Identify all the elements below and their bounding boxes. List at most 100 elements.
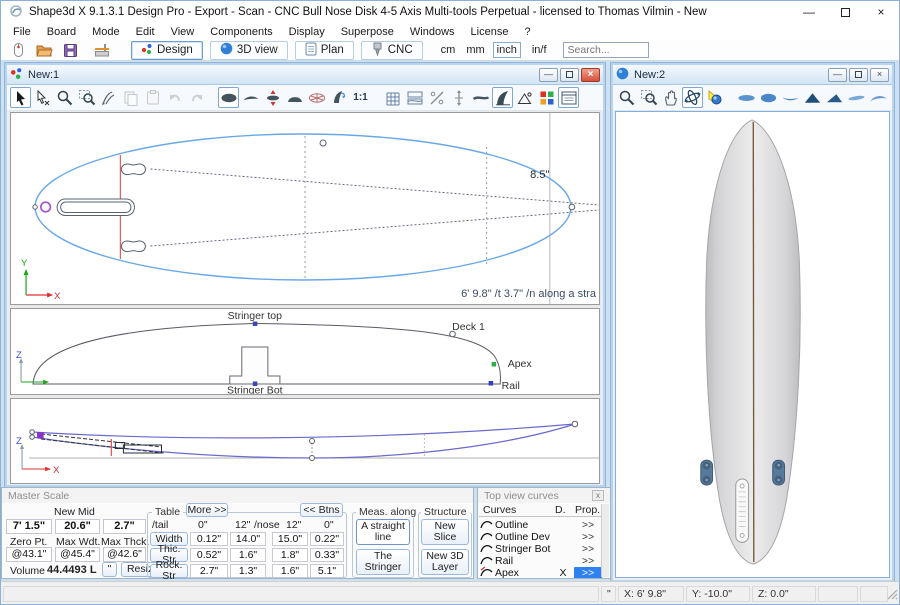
new2-close-button[interactable]: ×: [870, 68, 889, 82]
measure-diagonal-icon[interactable]: [426, 87, 447, 108]
drag-cursor-icon[interactable]: [32, 87, 53, 108]
redo-icon[interactable]: [186, 87, 207, 108]
top-view-canvas[interactable]: Y X 8.5" 6' 9.8" /t 3.7" /n along a stra: [11, 113, 599, 304]
guideline-image-icon[interactable]: [514, 87, 535, 108]
zoom-window-icon[interactable]: [76, 87, 97, 108]
new1-titlebar[interactable]: New:1 — ×: [7, 65, 603, 85]
resize-grip[interactable]: [887, 589, 898, 603]
open-file-icon[interactable]: [31, 41, 57, 60]
outline-view-icon[interactable]: [218, 87, 239, 108]
plan-mode-button[interactable]: Plan: [295, 41, 354, 60]
curves-scrollbar[interactable]: [601, 504, 609, 577]
thic-tail12[interactable]: 1.6": [230, 548, 266, 562]
apex-curve-icon[interactable]: [470, 87, 491, 108]
menu-view[interactable]: View: [163, 26, 203, 38]
light-icon[interactable]: [704, 87, 725, 108]
curves-close-button[interactable]: x: [592, 490, 604, 501]
menu-file[interactable]: File: [5, 26, 39, 38]
straight-line-button[interactable]: A straight line: [356, 519, 410, 545]
menu-windows[interactable]: Windows: [402, 26, 463, 38]
measure-vertical-icon[interactable]: [448, 87, 469, 108]
new2-titlebar[interactable]: New:2 — ×: [613, 65, 892, 85]
view-side-icon[interactable]: [846, 87, 867, 108]
width-nose12[interactable]: 15.0": [272, 532, 308, 546]
menu-components[interactable]: Components: [202, 26, 280, 38]
grid-table-icon[interactable]: [404, 87, 425, 108]
select-cursor-icon[interactable]: [10, 87, 31, 108]
wireframe-view-icon[interactable]: [306, 87, 327, 108]
menu-board[interactable]: Board: [39, 26, 84, 38]
rock-tail12[interactable]: 1.3": [230, 564, 266, 578]
properties-panel-icon[interactable]: [558, 87, 579, 108]
rock-row-button[interactable]: Rock. Str: [150, 564, 188, 578]
selected-point-marker[interactable]: [41, 202, 51, 212]
slice-view-icon[interactable]: [284, 87, 305, 108]
width-value[interactable]: 20.6": [55, 519, 100, 534]
rocker-view-icon[interactable]: [240, 87, 261, 108]
unit-inch[interactable]: inch: [493, 42, 521, 58]
view-tail-icon[interactable]: [802, 87, 823, 108]
scale-1-1-icon[interactable]: 1:1: [350, 87, 371, 108]
width-tail0[interactable]: 0.12": [190, 532, 228, 546]
view-bottom-icon[interactable]: [736, 87, 757, 108]
thickness-view-icon[interactable]: [262, 87, 283, 108]
design-mode-button[interactable]: Design: [131, 41, 203, 60]
thic-nose12[interactable]: 1.8": [272, 548, 308, 562]
paste-icon[interactable]: [142, 87, 163, 108]
new2-restore-button[interactable]: [849, 68, 868, 82]
new-slice-button[interactable]: New Slice: [421, 519, 469, 545]
color-settings-icon[interactable]: [536, 87, 557, 108]
volume-unit-button[interactable]: ": [102, 562, 117, 577]
new1-minimize-button[interactable]: —: [539, 68, 558, 82]
menu-display[interactable]: Display: [281, 26, 333, 38]
thic-nose0[interactable]: 0.33": [310, 548, 344, 562]
rocker-curves[interactable]: [32, 424, 575, 458]
prop-button-active[interactable]: >>: [574, 567, 602, 579]
view-perspective-icon[interactable]: [868, 87, 889, 108]
rock-tail0[interactable]: 2.7": [190, 564, 228, 578]
zero-pt-value[interactable]: @43.1": [6, 547, 52, 562]
prop-button[interactable]: >>: [574, 555, 602, 567]
pan-hand-icon[interactable]: [660, 87, 681, 108]
slice-view-canvas[interactable]: Stringer top Deck 1 Apex Rail Stringer B…: [11, 309, 599, 394]
menu-edit[interactable]: Edit: [128, 26, 163, 38]
mouse-icon[interactable]: [5, 41, 31, 60]
new1-close-button[interactable]: ×: [581, 68, 600, 82]
selected-point-marker[interactable]: [37, 432, 44, 439]
rocker-view-canvas[interactable]: Z X: [11, 399, 599, 483]
copy-icon[interactable]: [120, 87, 141, 108]
undo-icon[interactable]: [164, 87, 185, 108]
menu-mode[interactable]: Mode: [84, 26, 128, 38]
grid-icon[interactable]: [382, 87, 403, 108]
prop-button[interactable]: >>: [574, 543, 602, 555]
the-stringer-button[interactable]: The Stringer: [356, 549, 410, 575]
rocker-view-panel[interactable]: Z X: [10, 398, 600, 484]
thickness-value[interactable]: 2.7": [103, 519, 146, 534]
maximize-button[interactable]: [827, 1, 863, 23]
sketch-icon[interactable]: [98, 87, 119, 108]
unit-inf[interactable]: in/f: [532, 44, 547, 56]
3d-view-mode-button[interactable]: 3D view: [210, 41, 288, 60]
curves-titlebar[interactable]: Top view curves x: [478, 488, 610, 503]
fin-boxes[interactable]: [57, 164, 145, 252]
board-3d-canvas[interactable]: [616, 112, 889, 577]
unit-mm[interactable]: mm: [466, 44, 484, 56]
unit-cm[interactable]: cm: [441, 44, 456, 56]
menu-help[interactable]: ?: [516, 26, 538, 38]
prop-button[interactable]: >>: [574, 519, 602, 531]
width-nose0[interactable]: 0.22": [310, 532, 344, 546]
rock-nose12[interactable]: 1.6": [272, 564, 308, 578]
top-view-panel[interactable]: Y X 8.5" 6' 9.8" /t 3.7" /n along a stra: [10, 112, 600, 305]
rock-nose0[interactable]: 5.1": [310, 564, 344, 578]
board-setup-icon[interactable]: [89, 41, 115, 60]
max-wdt-value[interactable]: @45.4": [55, 547, 100, 562]
view-deck-icon[interactable]: [758, 87, 779, 108]
search-input[interactable]: [563, 42, 649, 58]
new2-minimize-button[interactable]: —: [828, 68, 847, 82]
minimize-button[interactable]: —: [791, 1, 827, 23]
close-button[interactable]: ×: [863, 1, 899, 23]
save-icon[interactable]: [57, 41, 83, 60]
slice-view-panel[interactable]: Stringer top Deck 1 Apex Rail Stringer B…: [10, 308, 600, 395]
rotate-orbit-icon[interactable]: [682, 87, 703, 108]
view-nose-icon[interactable]: [824, 87, 845, 108]
